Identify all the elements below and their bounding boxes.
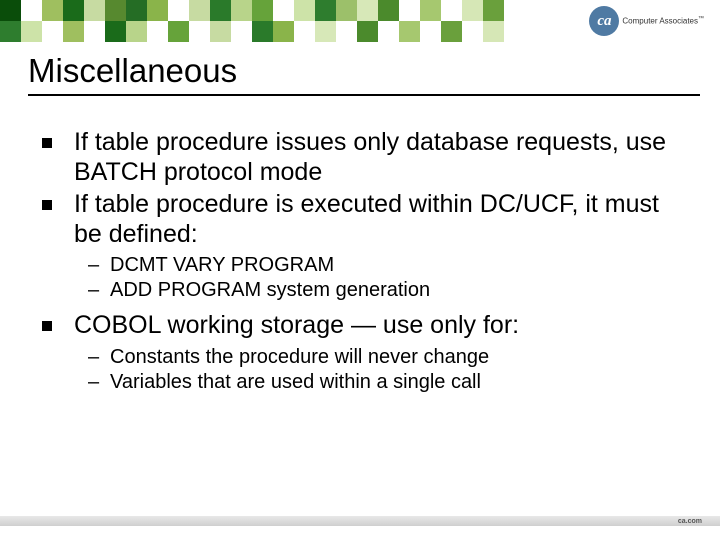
mosaic-tile: [441, 0, 462, 21]
mosaic-tile: [315, 0, 336, 21]
mosaic-tile: [462, 21, 483, 42]
mosaic-tile: [294, 0, 315, 21]
title-block: Miscellaneous: [28, 52, 700, 96]
mosaic-tile: [189, 21, 210, 42]
mosaic-tile: [0, 0, 21, 21]
sub-item: ADD PROGRAM system generation: [88, 278, 680, 303]
brand-logo: ca Computer Associates™: [589, 6, 704, 36]
footer-bar: [0, 516, 720, 526]
mosaic-tile: [525, 0, 546, 21]
bullet-item: If table procedure is executed within DC…: [40, 190, 680, 303]
mosaic-tile: [399, 21, 420, 42]
mosaic-tile: [420, 0, 441, 21]
mosaic-tile: [126, 0, 147, 21]
footer-text: ca.com: [678, 518, 702, 525]
mosaic-tile: [42, 0, 63, 21]
mosaic-tile: [294, 21, 315, 42]
mosaic-tile: [84, 0, 105, 21]
mosaic-tile: [63, 0, 84, 21]
mosaic-tile: [546, 0, 567, 21]
bullet-text: If table procedure issues only database …: [74, 128, 666, 186]
mosaic-tile: [147, 0, 168, 21]
mosaic-tile: [168, 21, 189, 42]
mosaic-tile: [231, 21, 252, 42]
mosaic-tile: [378, 0, 399, 21]
sub-list: DCMT VARY PROGRAMADD PROGRAM system gene…: [74, 253, 680, 303]
title-underline: [28, 94, 700, 96]
mosaic-tile: [21, 21, 42, 42]
bullet-text: COBOL working storage — use only for:: [74, 311, 519, 339]
mosaic-tile: [378, 21, 399, 42]
mosaic-tile: [462, 0, 483, 21]
mosaic-tile: [126, 21, 147, 42]
sub-list: Constants the procedure will never chang…: [74, 345, 680, 395]
sub-item: DCMT VARY PROGRAM: [88, 253, 680, 278]
bullet-list: If table procedure issues only database …: [40, 128, 680, 395]
mosaic-tile: [231, 0, 252, 21]
content-area: If table procedure issues only database …: [40, 128, 680, 403]
bullet-item: If table procedure issues only database …: [40, 128, 680, 187]
mosaic-tile: [189, 0, 210, 21]
mosaic-tile: [357, 0, 378, 21]
mosaic-tile: [483, 21, 504, 42]
bullet-item: COBOL working storage — use only for: Con…: [40, 311, 680, 395]
brand-tm: ™: [698, 16, 704, 22]
ca-badge-icon: ca: [589, 6, 619, 36]
mosaic-tile: [315, 21, 336, 42]
mosaic-tile: [105, 0, 126, 21]
mosaic-tile: [483, 0, 504, 21]
mosaic-tile: [357, 21, 378, 42]
slide-title: Miscellaneous: [28, 52, 700, 90]
bullet-text: If table procedure is executed within DC…: [74, 190, 659, 248]
brand-name: Computer Associates: [622, 17, 698, 26]
mosaic-tile: [168, 0, 189, 21]
mosaic-tile: [84, 21, 105, 42]
sub-item: Constants the procedure will never chang…: [88, 345, 680, 370]
mosaic-tile: [210, 0, 231, 21]
mosaic-tile: [0, 21, 21, 42]
mosaic-tile: [546, 21, 567, 42]
mosaic-tile: [504, 21, 525, 42]
mosaic-tile: [105, 21, 126, 42]
mosaic-tile: [21, 0, 42, 21]
sub-item: Variables that are used within a single …: [88, 370, 680, 395]
mosaic-tile: [525, 21, 546, 42]
mosaic-tile: [504, 0, 525, 21]
mosaic-tile: [252, 21, 273, 42]
mosaic-tile: [399, 0, 420, 21]
mosaic-tile: [420, 21, 441, 42]
mosaic-tile: [210, 21, 231, 42]
mosaic-tile: [441, 21, 462, 42]
mosaic-tile: [42, 21, 63, 42]
mosaic-tile: [63, 21, 84, 42]
mosaic-tile: [273, 0, 294, 21]
mosaic-tile: [147, 21, 168, 42]
brand-text: Computer Associates™: [622, 16, 704, 26]
mosaic-tile: [336, 21, 357, 42]
mosaic-tile: [273, 21, 294, 42]
mosaic-tile: [252, 0, 273, 21]
mosaic-tile: [336, 0, 357, 21]
